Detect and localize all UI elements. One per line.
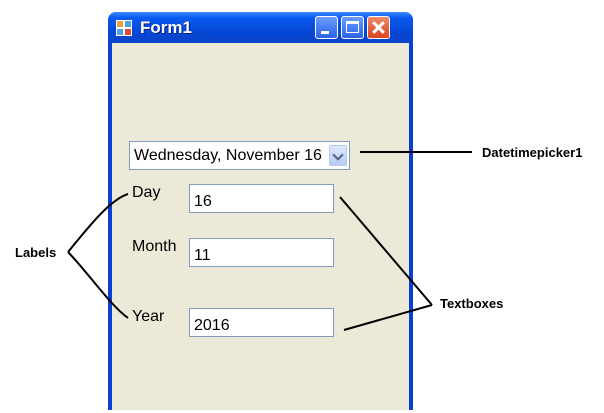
labels-pointer-year: [67, 251, 129, 319]
annotation-labels: Labels: [15, 245, 57, 260]
annotation-datetimepicker: Datetimepicker1: [482, 145, 583, 160]
annotation-lines: [67, 151, 472, 331]
labels-pointer-day: [67, 193, 129, 253]
annotation-textboxes: Textboxes: [440, 296, 504, 311]
textboxes-pointer-year: [343, 304, 433, 331]
textboxes-pointer-day: [339, 196, 433, 306]
